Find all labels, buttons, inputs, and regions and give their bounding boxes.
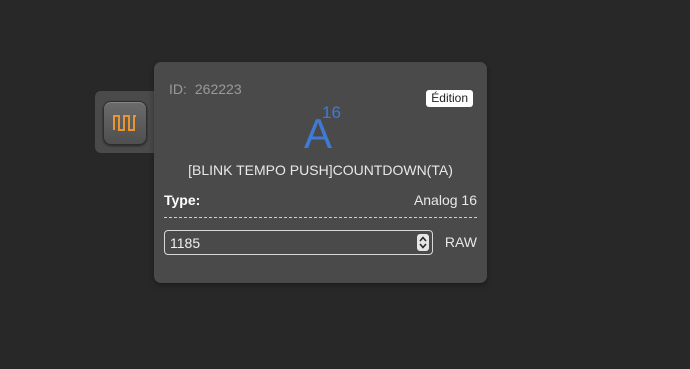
id-label: ID: xyxy=(169,81,187,97)
unit-label: RAW xyxy=(444,234,477,250)
value-stepper[interactable] xyxy=(417,234,429,251)
id-row: ID: 262223 xyxy=(169,81,242,97)
edition-badge[interactable]: Édition xyxy=(426,90,473,107)
variable-info-card: ID: 262223 Édition A 16 [BLINK TEMPO PUSH… xyxy=(154,62,487,283)
up-down-arrows-icon xyxy=(419,236,427,249)
type-superscript: 16 xyxy=(322,103,341,122)
value-input[interactable] xyxy=(170,233,410,252)
value-field xyxy=(164,230,433,255)
square-wave-icon xyxy=(113,115,136,131)
type-value: Analog 16 xyxy=(413,192,477,208)
side-tab xyxy=(95,91,157,153)
dashed-divider xyxy=(164,217,477,218)
type-label: Type: xyxy=(164,192,201,208)
id-value: 262223 xyxy=(194,81,242,97)
variable-name: [BLINK TEMPO PUSH]COUNTDOWN(TA) xyxy=(188,162,453,178)
square-wave-button[interactable] xyxy=(103,101,147,145)
